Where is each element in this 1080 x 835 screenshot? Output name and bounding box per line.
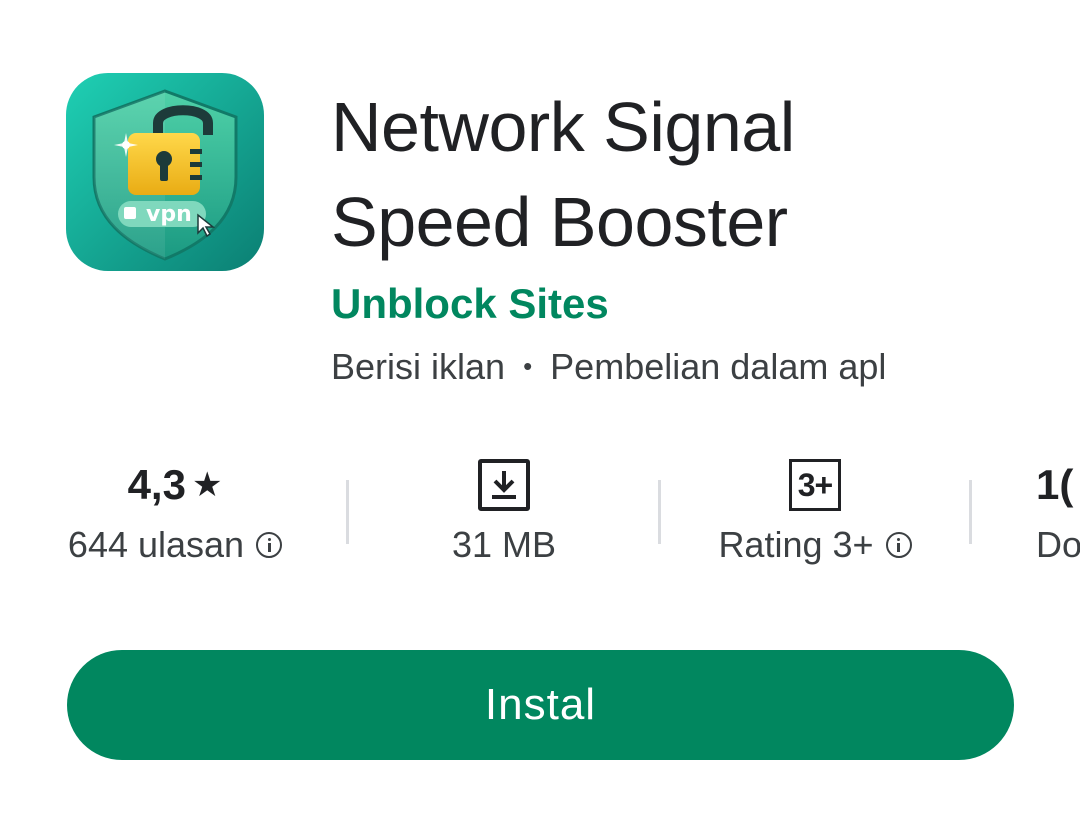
- rating-value-row: 4,3 ★: [60, 455, 290, 515]
- contains-ads-label: Berisi iklan: [331, 346, 506, 387]
- content-rating-stat[interactable]: 3+ Rating 3+: [700, 455, 930, 567]
- stat-divider: [346, 480, 349, 544]
- content-rating-badge: 3+: [789, 459, 841, 511]
- download-icon: [478, 459, 530, 511]
- content-rating-label-row: Rating 3+: [700, 523, 930, 567]
- star-icon: ★: [191, 466, 223, 504]
- rating-value: 4,3: [127, 461, 186, 508]
- size-stat: 31 MB: [404, 455, 604, 567]
- rating-stat[interactable]: 4,3 ★ 644 ulasan: [60, 455, 290, 567]
- reviews-label: 644 ulasan: [67, 524, 245, 565]
- vpn-shield-lock-icon: vpn: [66, 73, 264, 271]
- downloads-stat: 1( Do: [1036, 455, 1080, 567]
- app-title-line2: Speed Booster: [331, 183, 788, 261]
- stat-divider: [658, 480, 661, 544]
- downloads-label-row: Do: [1036, 523, 1080, 567]
- content-rating-badge-row: 3+: [700, 455, 930, 515]
- downloads-value-row: 1(: [1036, 455, 1080, 515]
- meta-separator: •: [523, 351, 533, 381]
- size-label: 31 MB: [451, 524, 557, 565]
- content-rating-label: Rating 3+: [718, 524, 874, 565]
- stat-divider: [969, 480, 972, 544]
- info-icon[interactable]: [885, 532, 912, 558]
- app-title-line1: Network Signal: [331, 88, 795, 166]
- info-icon[interactable]: [256, 532, 283, 558]
- reviews-label-row: 644 ulasan: [60, 523, 290, 567]
- downloads-label: Do: [1036, 524, 1080, 565]
- app-meta-line: Berisi iklan • Pembelian dalam apl: [331, 344, 1071, 389]
- developer-link[interactable]: Unblock Sites: [331, 278, 609, 330]
- downloads-value: 1(: [1036, 461, 1074, 508]
- app-title: Network Signal Speed Booster: [331, 80, 1071, 270]
- app-details-page: vpn Network Signal Speed Booster Unblock…: [0, 0, 1080, 835]
- size-label-row: 31 MB: [404, 523, 604, 567]
- app-icon[interactable]: vpn: [66, 73, 264, 271]
- app-header: Network Signal Speed Booster Unblock Sit…: [331, 80, 1071, 389]
- in-app-purchases-label: Pembelian dalam apl: [550, 346, 887, 387]
- svg-text:vpn: vpn: [146, 202, 192, 227]
- install-button[interactable]: Instal: [67, 650, 1014, 760]
- size-icon-row: [404, 455, 604, 515]
- download-arrow-icon: [492, 471, 516, 499]
